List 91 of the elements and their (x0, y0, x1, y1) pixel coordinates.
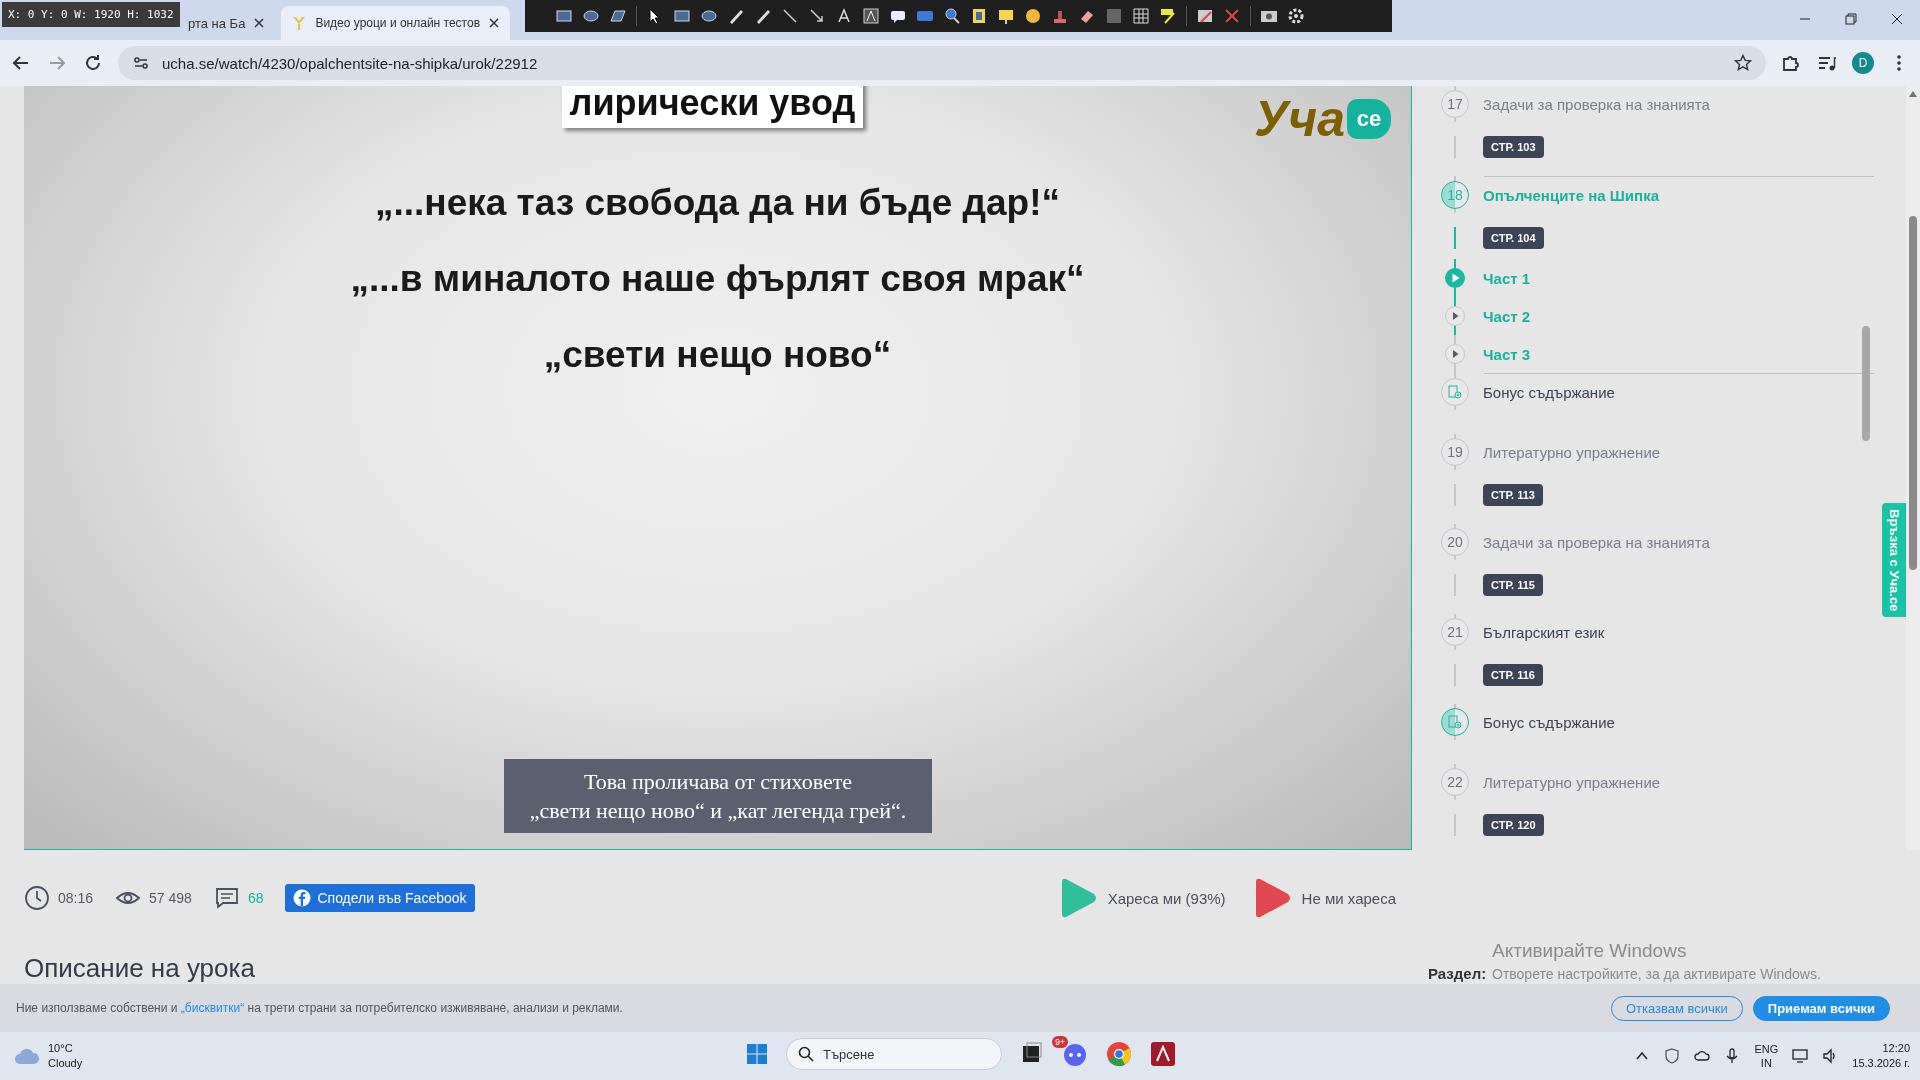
page-badge: СТР. 115 (1483, 574, 1543, 596)
restore-icon[interactable] (1845, 13, 1857, 25)
weather-condition: Cloudy (48, 1056, 83, 1071)
lesson-number: 22 (1441, 768, 1469, 796)
selection-readout: X: 0 Y: 0 W: 1920 H: 1032 (2, 2, 180, 27)
slide-heading: лирически увод (561, 86, 864, 128)
lesson-number: 18 (1441, 181, 1469, 209)
play-icon[interactable] (1444, 343, 1466, 365)
close-icon[interactable] (253, 17, 266, 29)
comment-icon[interactable] (213, 885, 240, 911)
clock-date[interactable]: 15.3.2026 г. (1852, 1056, 1910, 1071)
browser-tab[interactable]: Видео уроци и онлайн тестов (281, 6, 511, 40)
grid-icon[interactable] (1132, 7, 1150, 25)
lesson-number: 19 (1441, 438, 1469, 466)
logo-badge: ce (1347, 99, 1391, 139)
subtitle: Това проличава от стиховете „свети нещо ново“ и „кат легенда грей“. (504, 759, 932, 833)
notification-badge: 9+ (1052, 1036, 1069, 1048)
page-badge: СТР. 104 (1483, 227, 1544, 249)
facebook-icon (293, 889, 312, 907)
highlighter-icon[interactable] (1159, 7, 1177, 25)
star-icon[interactable] (1734, 54, 1752, 72)
quote-line: „...нека таз свобода да ни бъде дар!“ (374, 182, 1061, 224)
quote-line: „...в миналото наше фърлят своя мрак“ (350, 258, 1085, 300)
lesson-number: 20 (1441, 528, 1469, 556)
text-tool-icon[interactable] (835, 7, 853, 25)
cookie-text: Ние използваме собствени и „бисквитки“ на трети страни за потребителско изживяване, анализи и реклами. (16, 1001, 624, 1015)
scrollbar[interactable] (1906, 86, 1920, 850)
parallelogram-icon[interactable] (609, 7, 627, 25)
like-button[interactable]: Хареса ми (93%) (1107, 889, 1226, 907)
sticky-note-icon[interactable] (970, 7, 988, 25)
search-field[interactable]: Търсене (786, 1038, 1002, 1070)
close-icon[interactable] (1891, 13, 1903, 25)
screen-icon[interactable] (997, 7, 1015, 25)
scrollbar-thumb[interactable] (1862, 326, 1870, 441)
lesson-link[interactable]: Литературно упражнение (1483, 443, 1661, 461)
shield-icon[interactable] (1664, 1048, 1681, 1064)
search-icon[interactable] (798, 1046, 814, 1062)
layout-text[interactable]: IN (1754, 1056, 1779, 1070)
address-bar[interactable]: ucha.se/watch/4230/opalchentsite-na-shipka/urok/22912 (118, 46, 1766, 80)
activation-text: Отворете настройките, за да активирате Windows. (1492, 966, 1821, 982)
url-text: ucha.se/watch/4230/opalchentsite-na-shipka/urok/22912 (162, 54, 539, 72)
lesson-link[interactable]: Задачи за проверка на знанията (1483, 95, 1710, 113)
lesson-link[interactable]: Българският език (1483, 623, 1605, 641)
lesson-link[interactable]: Литературно упражнение (1483, 773, 1661, 791)
arrow-icon[interactable] (808, 7, 826, 25)
video-player[interactable]: лирически увод „...нека таз свобода да ни бъде дар!“ „...в миналото наше фърлят своя мрак“ „свети нещо ново“ Това проличава от стиховете „свети нещо ново“ и „кат легенда грей“. Уча ce (24, 86, 1412, 850)
magnifier-icon[interactable] (943, 7, 961, 25)
page-badge: СТР. 113 (1483, 484, 1543, 506)
network-icon[interactable] (1792, 1048, 1809, 1064)
settings-icon[interactable] (1287, 7, 1305, 25)
lesson-number: 17 (1441, 90, 1469, 118)
bonus-link[interactable]: Бонус съдържание (1483, 383, 1615, 401)
pdf-app-icon[interactable] (1148, 1039, 1178, 1069)
cookies-link[interactable]: „бисквитки“ (180, 1001, 245, 1015)
duration-text: 08:16 (58, 890, 94, 906)
cloud-sync-icon[interactable] (1694, 1048, 1711, 1064)
site-settings-icon[interactable] (132, 54, 150, 72)
pen-icon[interactable] (754, 7, 772, 25)
browser-icon[interactable] (1104, 1039, 1134, 1069)
temperature: 10°C (48, 1041, 74, 1056)
page-badge: СТР. 116 (1483, 664, 1543, 686)
page-badge: СТР. 120 (1483, 814, 1544, 836)
clock-icon (24, 885, 50, 911)
dislike-button[interactable]: Не ми хареса (1301, 889, 1396, 907)
text-box-icon[interactable] (862, 7, 880, 25)
views-count: 57 498 (149, 890, 192, 906)
page-badge: СТР. 103 (1483, 136, 1544, 158)
quote-line: „свети нещо ново“ (543, 334, 892, 376)
close-icon[interactable] (488, 17, 501, 29)
play-icon[interactable] (1444, 305, 1466, 327)
ellipse-icon[interactable] (700, 7, 718, 25)
pen-icon[interactable] (727, 7, 745, 25)
share-button[interactable]: Сподели във Facebook (285, 884, 475, 912)
clock-time[interactable]: 12:20 (1852, 1041, 1910, 1056)
browser-tab[interactable]: рта на Ба (182, 6, 276, 40)
language-text[interactable]: ENG (1754, 1042, 1779, 1056)
section-label: Раздел: (1428, 965, 1487, 982)
bonus-link[interactable]: Бонус съдържание (1483, 713, 1615, 731)
scroll-up-icon[interactable] (1908, 90, 1918, 98)
rectangle-icon[interactable] (555, 7, 573, 25)
profile-avatar[interactable]: D (1852, 52, 1874, 74)
line-icon[interactable] (781, 7, 799, 25)
activation-title: Активирайте Windows (1492, 940, 1688, 962)
section-heading: Описание на урока (24, 953, 255, 984)
lesson-link[interactable]: Задачи за проверка на знанията (1483, 533, 1710, 551)
logo-text: Уча (1254, 90, 1345, 148)
ellipse-icon[interactable] (582, 7, 600, 25)
site-icon (291, 15, 308, 31)
lesson-number: 21 (1441, 618, 1469, 646)
cookie-button[interactable]: Приемам всички (1752, 995, 1890, 1021)
rectangle-icon[interactable] (673, 7, 691, 25)
